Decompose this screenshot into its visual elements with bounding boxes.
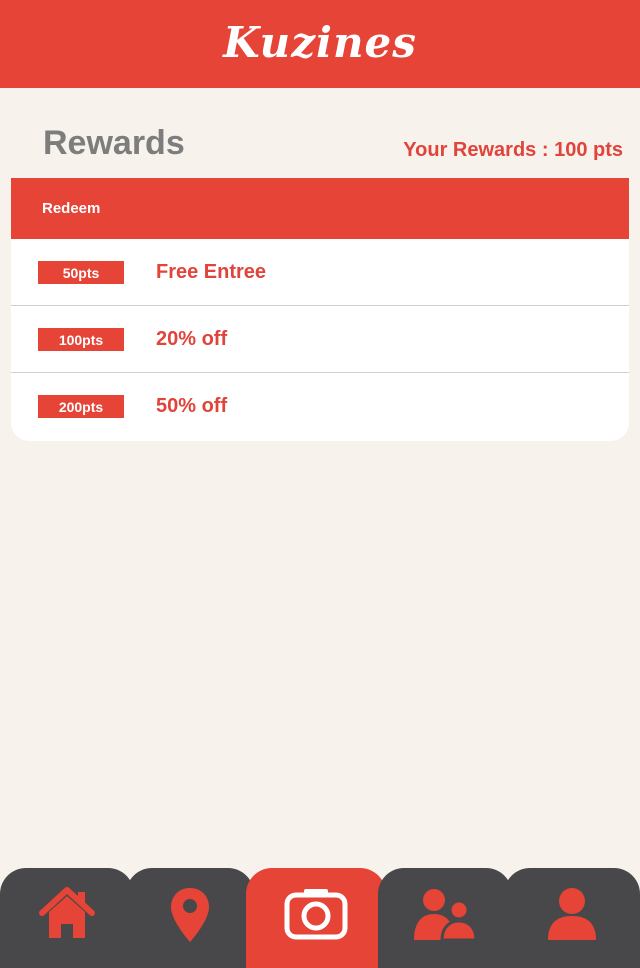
reward-row[interactable]: 100pts 20% off (11, 306, 629, 373)
camera-icon (284, 889, 348, 940)
redeem-header-label: Redeem (42, 200, 101, 217)
reward-row[interactable]: 50pts Free Entree (11, 239, 629, 306)
tab-home[interactable] (0, 868, 134, 968)
tab-friends[interactable] (378, 868, 512, 968)
reward-name: 20% off (156, 328, 228, 350)
reward-row[interactable]: 200pts 50% off (11, 373, 629, 439)
location-pin-icon (171, 888, 209, 942)
tab-profile[interactable] (504, 868, 640, 968)
reward-name: Free Entree (156, 261, 267, 283)
app-logo: Kuzines (223, 17, 417, 67)
points-badge: 200pts (38, 395, 124, 418)
reward-name: 50% off (156, 395, 228, 417)
tab-places[interactable] (126, 868, 254, 968)
tab-camera[interactable] (246, 868, 386, 968)
bottom-tab-bar (0, 868, 640, 968)
profile-icon (548, 888, 596, 940)
page-title: Rewards (43, 124, 185, 162)
app-header: Kuzines (0, 0, 640, 88)
points-summary: Your Rewards : 100 pts (403, 139, 623, 161)
points-badge: 100pts (38, 328, 124, 351)
home-icon (39, 887, 95, 938)
redeem-header: Redeem (11, 178, 629, 239)
friends-icon (414, 889, 478, 942)
rewards-card: Redeem 50pts Free Entree 100pts 20% off … (11, 178, 629, 441)
points-badge: 50pts (38, 261, 124, 284)
